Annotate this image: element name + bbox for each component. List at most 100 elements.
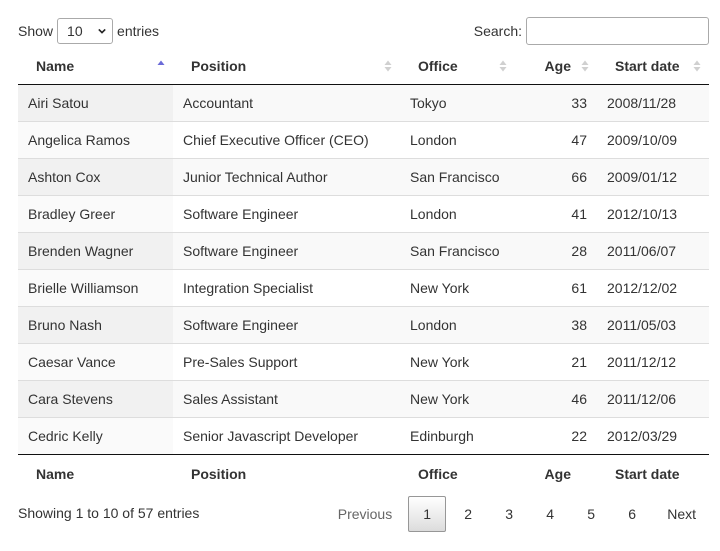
previous-page-button[interactable]: Previous [325,496,405,532]
cell-start-date: 2012/03/29 [597,416,709,454]
cell-position: Software Engineer [173,305,400,343]
table-row: Bradley Greer Software Engineer London 41 20… [18,194,709,232]
cell-age: 41 [515,194,597,232]
cell-name: Airi Satou [18,84,173,121]
footer-header-age: Age [515,453,597,494]
cell-age: 46 [515,379,597,417]
cell-start-date: 2011/12/12 [597,342,709,380]
cell-position: Pre-Sales Support [173,342,400,380]
search-control: Search: [474,17,709,45]
cell-name: Angelica Ramos [18,120,173,158]
pagination: Previous 1 2 3 4 5 6 Next [322,496,709,532]
table-body: Airi Satou Accountant Tokyo 33 2008/11/28 Ang… [18,84,709,454]
cell-age: 22 [515,416,597,454]
column-header-label: Age [544,57,571,74]
table-row: Cara Stevens Sales Assistant New York 46 201… [18,379,709,417]
column-header-position[interactable]: Position [173,48,400,85]
column-header-office[interactable]: Office [400,48,515,85]
table-row: Ashton Cox Junior Technical Author San Fra… [18,157,709,195]
cell-age: 47 [515,120,597,158]
cell-position: Integration Specialist [173,268,400,306]
cell-name: Ashton Cox [18,157,173,195]
column-header-label: Office [418,57,458,74]
column-header-age[interactable]: Age [515,48,597,85]
table-footer: Name Position Office Age Start date [18,453,709,494]
employees-table: Name Position Office Age Start date Airi… [18,48,709,494]
cell-office: Edinburgh [400,416,515,454]
length-control: Show 10 entries [18,17,159,45]
page-button-1[interactable]: 1 [408,496,447,532]
cell-start-date: 2012/10/13 [597,194,709,232]
cell-position: Sales Assistant [173,379,400,417]
length-prefix-label: Show [18,23,54,39]
cell-age: 61 [515,268,597,306]
cell-position: Junior Technical Author [173,157,400,195]
sort-both-icon [384,60,392,72]
table-row: Brielle Williamson Integration Specialist… [18,268,709,306]
column-header-start-date[interactable]: Start date [597,48,709,85]
table-row: Airi Satou Accountant Tokyo 33 2008/11/28 [18,84,709,121]
cell-start-date: 2009/01/12 [597,157,709,195]
table-row: Cedric Kelly Senior Javascript Developer E… [18,416,709,454]
footer-header-name: Name [18,453,173,494]
search-label: Search: [473,23,522,39]
page-button-6[interactable]: 6 [613,496,651,532]
sort-both-icon [581,60,589,72]
cell-age: 21 [515,342,597,380]
sort-ascending-icon [157,60,165,65]
cell-office: New York [400,379,515,417]
cell-age: 38 [515,305,597,343]
cell-name: Brielle Williamson [18,268,173,306]
sort-both-icon [499,60,507,72]
table-row: Bruno Nash Software Engineer London 38 2011/… [18,305,709,343]
cell-start-date: 2011/05/03 [597,305,709,343]
cell-office: New York [400,342,515,380]
cell-office: New York [400,268,515,306]
cell-name: Cedric Kelly [18,416,173,454]
cell-name: Cara Stevens [18,379,173,417]
cell-position: Chief Executive Officer (CEO) [173,120,400,158]
search-input[interactable] [526,17,709,45]
cell-start-date: 2009/10/09 [597,120,709,158]
column-header-label: Name [36,57,75,74]
cell-start-date: 2008/11/28 [597,84,709,121]
cell-start-date: 2012/12/02 [597,268,709,306]
footer-header-position: Position [173,453,400,494]
page-button-5[interactable]: 5 [572,496,610,532]
cell-position: Software Engineer [173,194,400,232]
page-button-3[interactable]: 3 [490,496,528,532]
next-page-button[interactable]: Next [654,496,709,532]
table-header: Name Position Office Age Start date [18,48,709,85]
cell-age: 66 [515,157,597,195]
cell-office: London [400,120,515,158]
table-row: Caesar Vance Pre-Sales Support New York 21 2… [18,342,709,380]
cell-name: Bradley Greer [18,194,173,232]
cell-position: Software Engineer [173,231,400,269]
entries-per-page-select[interactable]: 10 [57,18,114,44]
cell-office: San Francisco [400,157,515,195]
cell-office: Tokyo [400,84,515,121]
table-row: Brenden Wagner Software Engineer San Franc… [18,231,709,269]
page-button-4[interactable]: 4 [531,496,569,532]
cell-age: 28 [515,231,597,269]
footer-header-office: Office [400,453,515,494]
column-header-label: Start date [615,57,680,74]
page-button-2[interactable]: 2 [449,496,487,532]
cell-name: Caesar Vance [18,342,173,380]
cell-start-date: 2011/06/07 [597,231,709,269]
table-info: Showing 1 to 10 of 57 entries [18,505,200,521]
footer-header-start-date: Start date [597,453,709,494]
length-suffix-label: entries [117,23,160,39]
cell-office: London [400,305,515,343]
chevron-down-icon [98,28,106,34]
cell-start-date: 2011/12/06 [597,379,709,417]
cell-position: Senior Javascript Developer [173,416,400,454]
cell-position: Accountant [173,84,400,121]
cell-name: Brenden Wagner [18,231,173,269]
entries-per-page-value: 10 [67,23,83,39]
table-row: Angelica Ramos Chief Executive Officer (C… [18,120,709,158]
sort-both-icon [693,60,701,72]
column-header-label: Position [191,57,247,74]
cell-office: San Francisco [400,231,515,269]
column-header-name[interactable]: Name [18,48,173,85]
